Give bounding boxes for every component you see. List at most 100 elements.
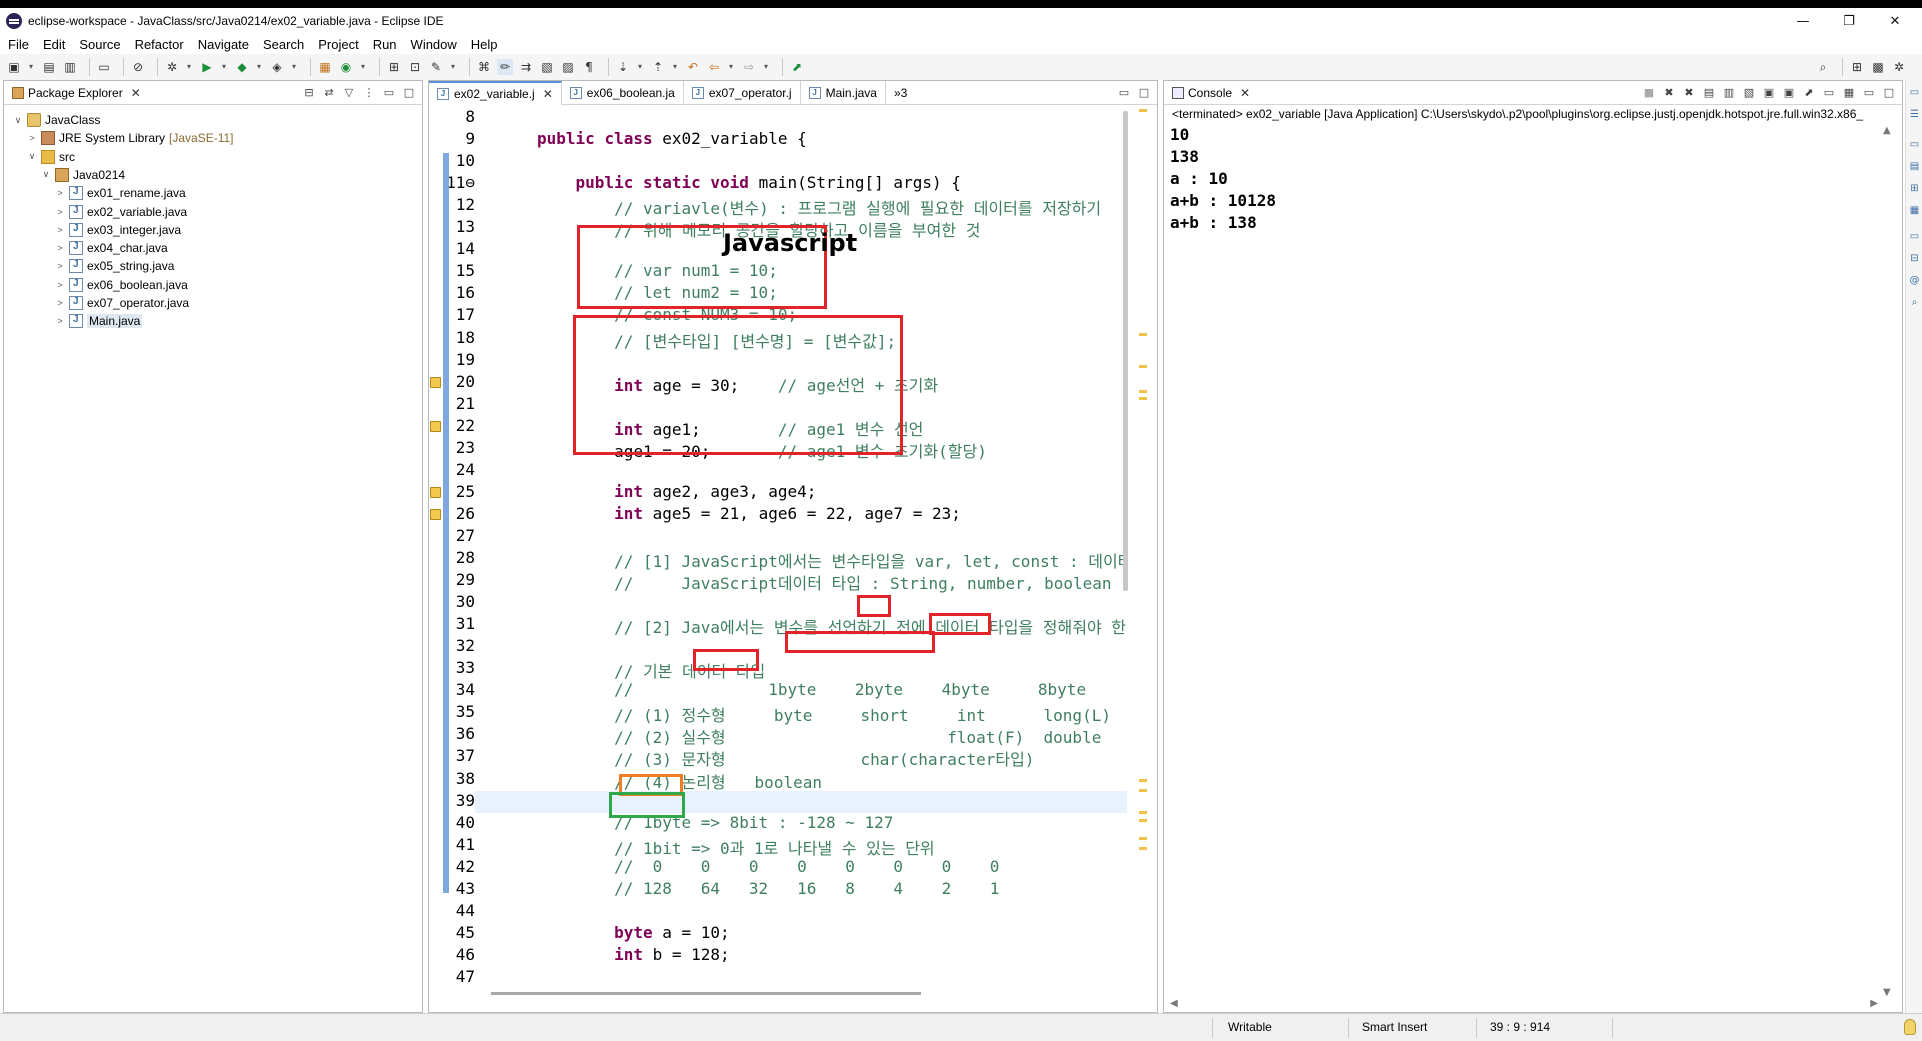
- tab-ex02-variable[interactable]: J ex02_variable.j ✕: [429, 80, 562, 105]
- maximize-view-icon[interactable]: □: [1882, 85, 1896, 99]
- open-perspective-icon[interactable]: ⊞: [1849, 59, 1865, 75]
- overview-ruler[interactable]: [1129, 105, 1157, 976]
- collapse-icon[interactable]: ∨: [26, 151, 38, 162]
- view-menu-icon[interactable]: ⋮: [362, 85, 376, 99]
- overview-mark[interactable]: [1139, 390, 1147, 393]
- external-tools-dropdown-icon[interactable]: ▾: [290, 59, 298, 75]
- coverage-dropdown-icon[interactable]: ▾: [255, 59, 263, 75]
- debug-icon[interactable]: ✲: [164, 59, 180, 75]
- java-perspective-icon[interactable]: ▩: [1870, 59, 1886, 75]
- new-class-dropdown-icon[interactable]: ▾: [359, 59, 367, 75]
- expand-icon[interactable]: >: [54, 316, 66, 326]
- status-insert-mode[interactable]: Smart Insert: [1362, 1020, 1427, 1034]
- save-icon[interactable]: ▤: [41, 59, 57, 75]
- mark-occurrences-icon[interactable]: ✏: [497, 59, 513, 75]
- pin-console-icon[interactable]: ⬈: [1802, 85, 1816, 99]
- previous-annotation-icon[interactable]: ⇡: [650, 59, 666, 75]
- coverage-icon[interactable]: ◆: [234, 59, 250, 75]
- scroll-left-arrow-icon[interactable]: ◀: [1170, 998, 1178, 1009]
- collapse-icon[interactable]: ∨: [12, 115, 24, 126]
- warning-marker-icon[interactable]: [430, 376, 441, 388]
- javadoc-icon[interactable]: @: [1908, 274, 1921, 287]
- expand-icon[interactable]: >: [54, 280, 66, 290]
- menu-run[interactable]: Run: [373, 37, 397, 52]
- expand-icon[interactable]: >: [54, 207, 66, 217]
- tab-ex06-boolean[interactable]: J ex06_boolean.ja: [562, 80, 684, 105]
- close-icon[interactable]: ✕: [1240, 86, 1250, 100]
- close-icon[interactable]: ✕: [543, 87, 553, 101]
- show-whitespace-icon[interactable]: ¶: [581, 59, 597, 75]
- remove-all-terminated-icon[interactable]: ✖: [1682, 85, 1696, 99]
- remove-launch-icon[interactable]: ✖: [1662, 85, 1676, 99]
- overview-mark[interactable]: [1139, 837, 1147, 840]
- console-vertical-scrollbar[interactable]: ▲ ▼: [1882, 125, 1894, 998]
- overview-mark[interactable]: [1139, 109, 1147, 112]
- debug-dropdown-icon[interactable]: ▾: [185, 59, 193, 75]
- expand-icon[interactable]: >: [54, 188, 66, 198]
- overview-mark[interactable]: [1139, 789, 1147, 792]
- show-console-error-icon[interactable]: ▣: [1782, 85, 1796, 99]
- expand-icon[interactable]: >: [54, 225, 66, 235]
- word-wrap-icon[interactable]: ▧: [1742, 85, 1756, 99]
- run-dropdown-icon[interactable]: ▾: [220, 59, 228, 75]
- console-horizontal-scrollbar[interactable]: ◀ ▶: [1170, 998, 1878, 1010]
- open-type-icon[interactable]: ⊞: [386, 59, 402, 75]
- tree-item[interactable]: > Main.java: [54, 312, 143, 330]
- close-button[interactable]: ✕: [1872, 8, 1918, 34]
- hierarchy-icon[interactable]: ⊞: [1908, 182, 1921, 195]
- overview-mark[interactable]: [1139, 819, 1147, 822]
- scroll-thumb[interactable]: [491, 992, 921, 995]
- overview-mark[interactable]: [1139, 847, 1147, 850]
- expand-icon[interactable]: >: [26, 133, 38, 143]
- link-with-editor-icon[interactable]: ⇄: [322, 85, 336, 99]
- outline-icon[interactable]: ☰: [1908, 108, 1921, 121]
- back-icon[interactable]: ⇦: [706, 59, 722, 75]
- word-wrap-icon[interactable]: ▧: [539, 59, 555, 75]
- overview-mark[interactable]: [1139, 333, 1147, 336]
- tree-item[interactable]: ∨ Java0214: [40, 166, 125, 184]
- scroll-right-arrow-icon[interactable]: ▶: [1870, 998, 1878, 1009]
- search-dropdown-icon[interactable]: ▾: [449, 59, 457, 75]
- minimized-view-icon[interactable]: ▭: [1908, 230, 1921, 243]
- warning-marker-icon[interactable]: [430, 508, 441, 520]
- terminate-icon[interactable]: ■: [1642, 85, 1656, 99]
- search-results-icon[interactable]: ⌕: [1908, 296, 1921, 309]
- tab-main[interactable]: J Main.java: [801, 80, 886, 105]
- forward-dropdown-icon[interactable]: ▾: [762, 59, 770, 75]
- search-tool-icon[interactable]: ✎: [428, 59, 444, 75]
- filters-icon[interactable]: ▽: [342, 85, 356, 99]
- debug-perspective-icon[interactable]: ✲: [1891, 59, 1907, 75]
- overview-mark[interactable]: [1139, 365, 1147, 368]
- minimize-view-icon[interactable]: ▭: [1862, 85, 1876, 99]
- collapse-all-icon[interactable]: ⊟: [302, 85, 316, 99]
- minimize-button[interactable]: —: [1780, 8, 1826, 34]
- expand-icon[interactable]: >: [54, 243, 66, 253]
- restore-button[interactable]: ❐: [1826, 8, 1872, 34]
- tree-item[interactable]: > ex07_operator.java: [54, 294, 189, 312]
- maximize-view-icon[interactable]: □: [1137, 85, 1151, 99]
- tab-ex07-operator[interactable]: J ex07_operator.j: [684, 80, 801, 105]
- menu-window[interactable]: Window: [411, 37, 457, 52]
- toggle-breadcrumb-icon[interactable]: ⌘: [476, 59, 492, 75]
- back-dropdown-icon[interactable]: ▾: [727, 59, 735, 75]
- problems-icon[interactable]: ▦: [1908, 204, 1921, 217]
- editor-vertical-scrollbar[interactable]: [1121, 105, 1129, 976]
- scroll-thumb[interactable]: [1123, 111, 1128, 591]
- overview-mark[interactable]: [1139, 811, 1147, 814]
- menu-navigate[interactable]: Navigate: [198, 37, 249, 52]
- menu-help[interactable]: Help: [471, 37, 498, 52]
- search-icon[interactable]: ⌕: [1815, 59, 1831, 75]
- code-area[interactable]: public class ex02_variable { public stat…: [481, 105, 1127, 976]
- open-task-icon[interactable]: ⊡: [407, 59, 423, 75]
- tree-item[interactable]: > ex05_string.java: [54, 257, 174, 275]
- minimize-view-icon[interactable]: ▭: [1117, 85, 1131, 99]
- tree-item[interactable]: > ex02_variable.java: [54, 203, 187, 221]
- tree-item[interactable]: ∨ JavaClass: [12, 111, 100, 129]
- status-cursor-position[interactable]: 39 : 9 : 914: [1490, 1020, 1550, 1034]
- editor-horizontal-scrollbar[interactable]: [481, 990, 1121, 998]
- show-source-icon[interactable]: ▨: [560, 59, 576, 75]
- new-dropdown-icon[interactable]: ▾: [27, 59, 35, 75]
- minimize-view-icon[interactable]: ▭: [382, 85, 396, 99]
- previous-annotation-dropdown-icon[interactable]: ▾: [671, 59, 679, 75]
- task-list-icon[interactable]: ▤: [1908, 160, 1921, 173]
